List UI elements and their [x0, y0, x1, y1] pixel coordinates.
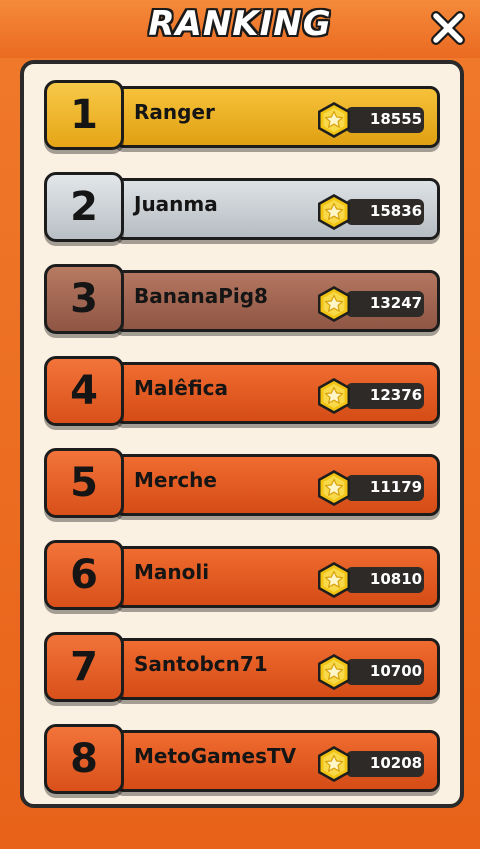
player-name: Malêfica: [134, 376, 228, 400]
player-name: Ranger: [134, 100, 215, 124]
rank-badge: 1: [44, 80, 124, 150]
rank-number: 5: [70, 460, 98, 506]
player-name: BananaPig8: [134, 284, 268, 308]
ranking-row[interactable]: 4 Malêfica 12376: [44, 356, 440, 430]
star-coin-icon: [318, 102, 350, 138]
ranking-row[interactable]: 5 Merche 11179: [44, 448, 440, 522]
star-coin-icon: [318, 746, 350, 782]
player-score: 12376: [369, 386, 423, 404]
rank-badge: 5: [44, 448, 124, 518]
rank-badge: 4: [44, 356, 124, 426]
player-score: 15836: [369, 202, 423, 220]
close-icon[interactable]: [430, 10, 466, 46]
player-score: 13247: [369, 294, 423, 312]
ranking-row[interactable]: 8 MetoGamesTV 10208: [44, 724, 440, 798]
star-coin-icon: [318, 286, 350, 322]
star-coin-icon: [318, 378, 350, 414]
player-name: Santobcn71: [134, 652, 268, 676]
player-name: MetoGamesTV: [134, 744, 297, 768]
header-bar: RANKING: [0, 0, 480, 58]
player-score: 11179: [369, 478, 423, 496]
rank-number: 4: [70, 368, 98, 414]
star-coin-icon: [318, 470, 350, 506]
ranking-row[interactable]: 6 Manoli 10810: [44, 540, 440, 614]
rank-badge: 7: [44, 632, 124, 702]
rank-number: 3: [70, 276, 98, 322]
rank-number: 8: [70, 736, 98, 782]
rank-number: 1: [70, 92, 98, 138]
star-coin-icon: [318, 654, 350, 690]
player-score: 18555: [369, 110, 423, 128]
rank-badge: 2: [44, 172, 124, 242]
player-name: Manoli: [134, 560, 210, 584]
star-coin-icon: [318, 562, 350, 598]
ranking-row[interactable]: 7 Santobcn71 10700: [44, 632, 440, 706]
player-score: 10208: [369, 754, 423, 772]
rank-badge: 3: [44, 264, 124, 334]
player-name: Juanma: [134, 192, 218, 216]
player-name: Merche: [134, 468, 217, 492]
rank-badge: 6: [44, 540, 124, 610]
ranking-row[interactable]: 3 BananaPig8 13247: [44, 264, 440, 338]
ranking-row[interactable]: 1 Ranger 18555: [44, 80, 440, 154]
ranking-row[interactable]: 2 Juanma 15836: [44, 172, 440, 246]
star-coin-icon: [318, 194, 350, 230]
rank-number: 6: [70, 552, 98, 598]
rank-number: 7: [70, 644, 98, 690]
rank-badge: 8: [44, 724, 124, 794]
player-score: 10810: [369, 570, 423, 588]
player-score: 10700: [369, 662, 423, 680]
rank-number: 2: [70, 184, 98, 230]
page-title: RANKING: [148, 4, 332, 44]
